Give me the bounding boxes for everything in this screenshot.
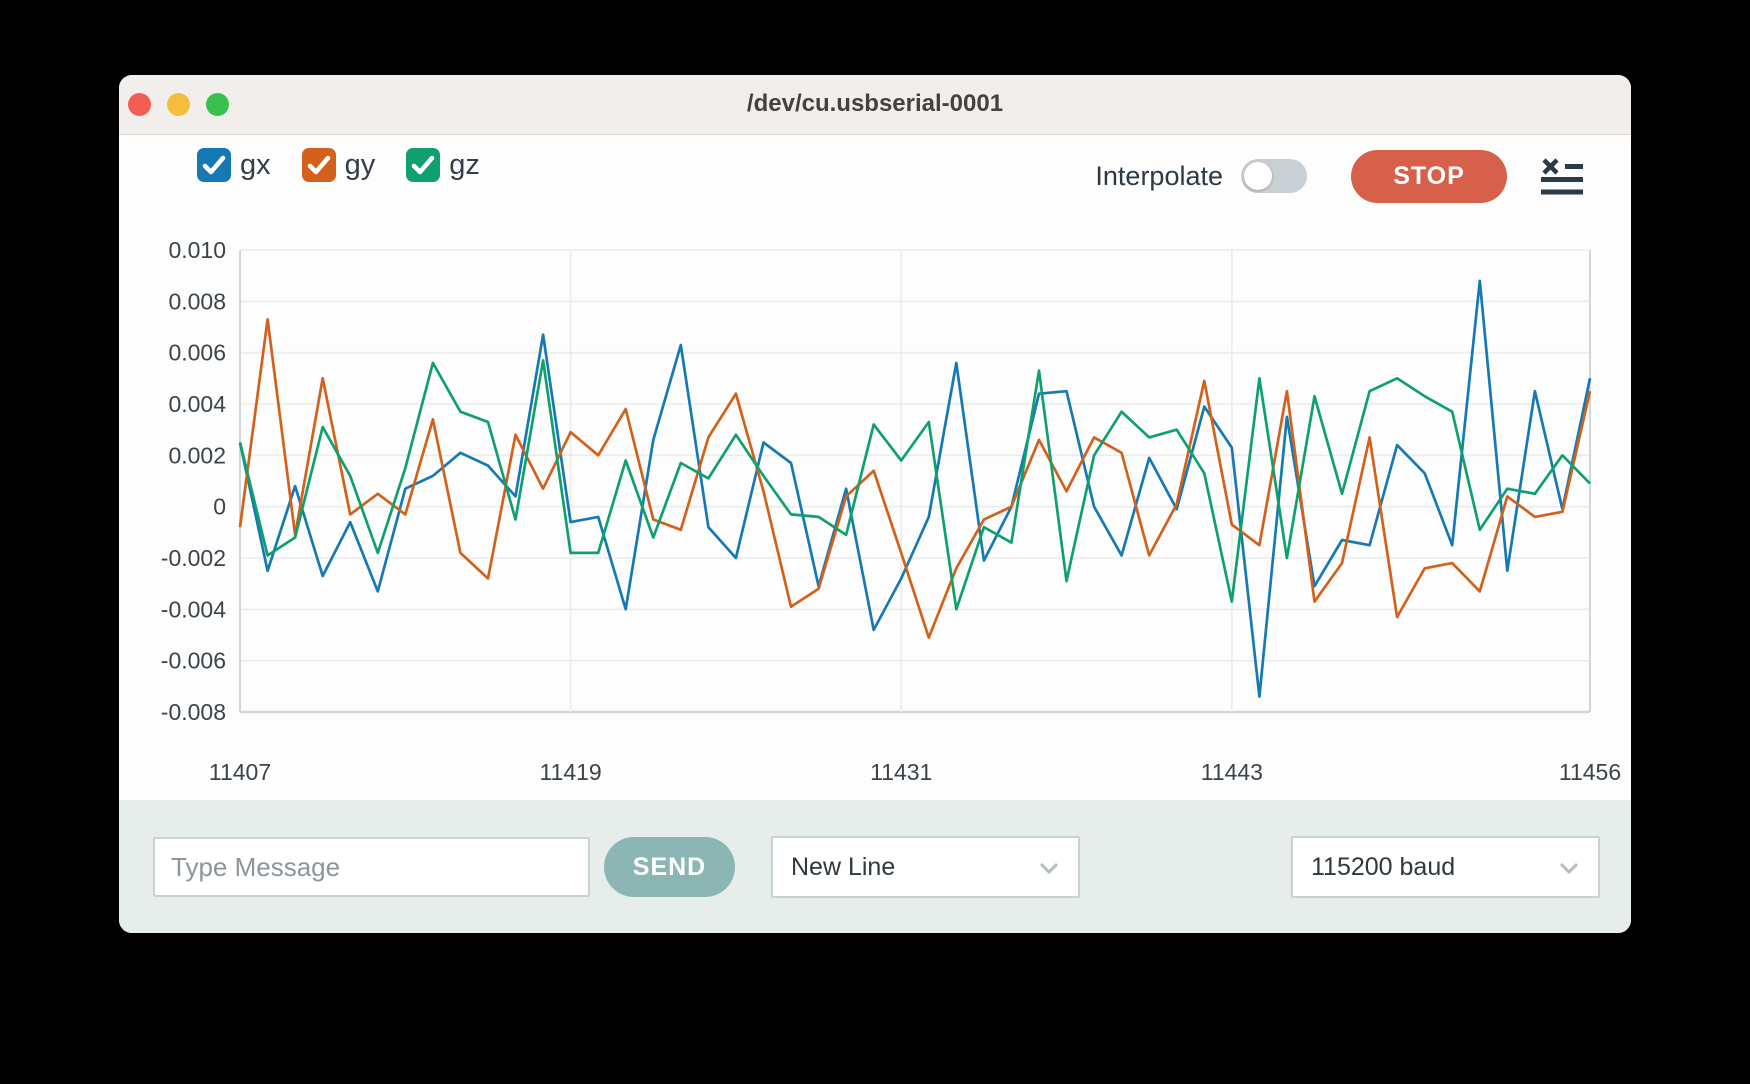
checkbox-icon[interactable] — [302, 148, 336, 182]
svg-text:-0.008: -0.008 — [161, 699, 226, 725]
titlebar: /dev/cu.usbserial-0001 — [119, 75, 1631, 135]
chevron-down-icon — [1558, 853, 1580, 882]
series-label: gx — [240, 149, 271, 182]
line-chart: 0.010 0.008 0.006 0.004 0.002 0 -0.002 -0.004 -0… — [129, 235, 1629, 800]
series-toggle-gz[interactable]: gz — [406, 148, 480, 182]
checkbox-icon[interactable] — [197, 148, 231, 182]
svg-text:0.010: 0.010 — [168, 237, 226, 263]
svg-text:11431: 11431 — [870, 759, 932, 785]
toolbar-right: Interpolate STOP — [1095, 148, 1583, 204]
series-toggle-gy[interactable]: gy — [302, 148, 376, 182]
window-title: /dev/cu.usbserial-0001 — [119, 75, 1631, 135]
svg-text:0.008: 0.008 — [168, 288, 226, 314]
svg-text:11456: 11456 — [1559, 759, 1621, 785]
series-toggle-gx[interactable]: gx — [197, 148, 271, 182]
checkbox-icon[interactable] — [406, 148, 440, 182]
line-ending-select[interactable]: New Line — [771, 836, 1080, 898]
baud-rate-value: 115200 baud — [1311, 853, 1455, 882]
clear-list-icon[interactable] — [1541, 157, 1583, 195]
send-button[interactable]: SEND — [604, 837, 735, 897]
chevron-down-icon — [1038, 853, 1060, 882]
svg-text:0: 0 — [213, 494, 226, 520]
svg-text:0.006: 0.006 — [168, 340, 226, 366]
message-input[interactable] — [153, 837, 590, 897]
line-ending-value: New Line — [791, 853, 895, 882]
svg-text:11407: 11407 — [209, 759, 271, 785]
interpolate-label: Interpolate — [1095, 161, 1223, 192]
svg-text:-0.006: -0.006 — [161, 648, 226, 674]
svg-text:11419: 11419 — [539, 759, 601, 785]
svg-text:-0.002: -0.002 — [161, 545, 226, 571]
series-label: gz — [449, 149, 480, 182]
toggle-knob — [1244, 162, 1272, 190]
svg-text:-0.004: -0.004 — [161, 596, 226, 622]
svg-text:0.002: 0.002 — [168, 442, 226, 468]
app-window: /dev/cu.usbserial-0001 gx gy gz Interpolat… — [119, 75, 1631, 933]
stop-button[interactable]: STOP — [1351, 150, 1507, 203]
series-label: gy — [345, 149, 376, 182]
bottom-bar: SEND New Line 115200 baud — [119, 800, 1631, 933]
svg-text:11443: 11443 — [1201, 759, 1263, 785]
series-toggles: gx gy gz — [197, 148, 480, 182]
baud-rate-select[interactable]: 115200 baud — [1291, 836, 1600, 898]
interpolate-toggle[interactable] — [1241, 159, 1307, 193]
svg-text:0.004: 0.004 — [168, 391, 226, 417]
